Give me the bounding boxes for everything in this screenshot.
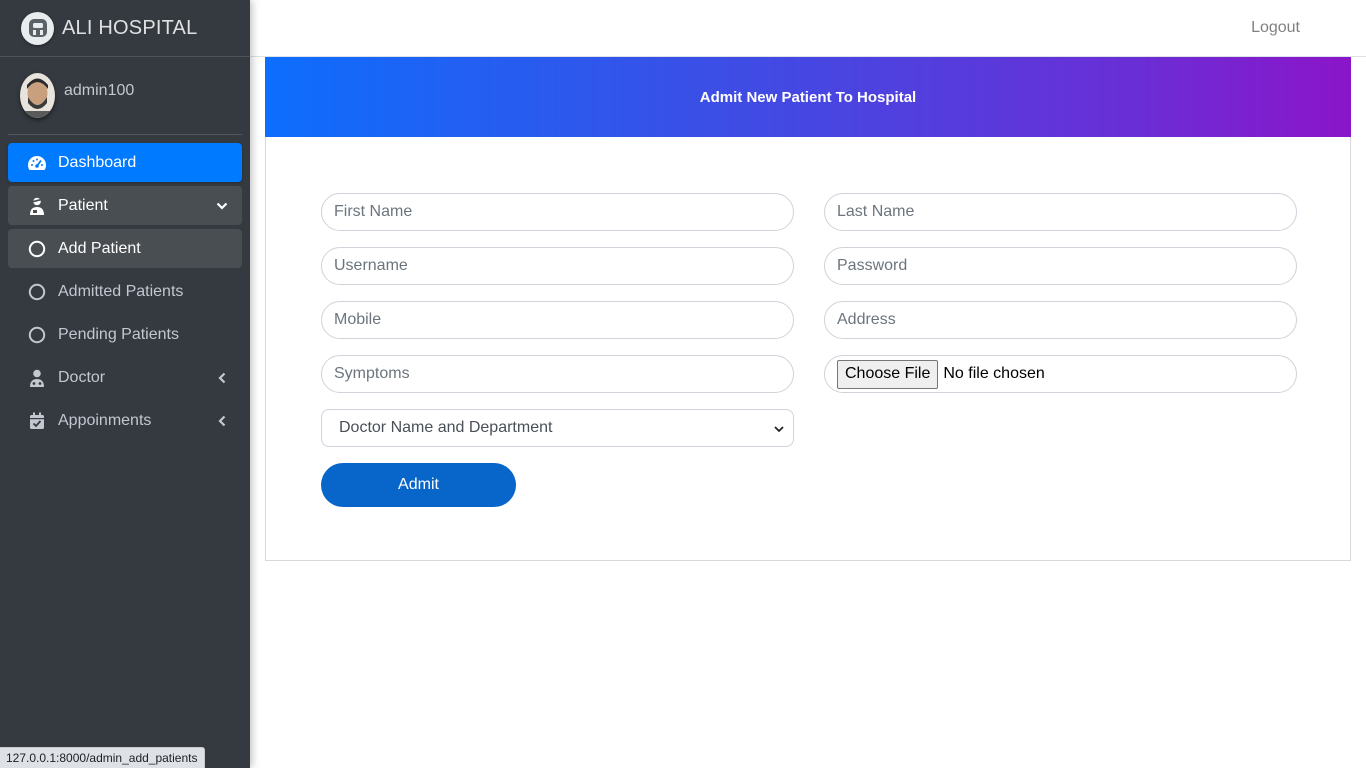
mobile-input[interactable]	[334, 311, 793, 329]
user-md-icon	[27, 368, 47, 388]
sidebar-item-label: Patient	[58, 196, 108, 214]
chevron-down-icon	[773, 422, 785, 434]
sidebar: ALI HOSPITAL admin100 Dashboard Patient	[0, 0, 250, 768]
file-status: No file chosen	[943, 365, 1045, 382]
password-input[interactable]	[837, 257, 1296, 275]
brand-name: ALI HOSPITAL	[62, 16, 198, 39]
user-injured-icon	[27, 196, 47, 216]
sidebar-item-label: Appoinments	[58, 411, 152, 429]
user-panel: admin100	[8, 57, 242, 135]
sidebar-item-add-patient[interactable]: Add Patient	[8, 229, 242, 268]
address-field[interactable]	[824, 301, 1297, 339]
user-name[interactable]: admin100	[64, 82, 134, 100]
logout-link[interactable]: Logout	[1251, 19, 1300, 37]
admit-patient-card: Admit New Patient To Hospital Choose Fil…	[265, 57, 1351, 561]
avatar[interactable]	[20, 73, 55, 118]
last-name-input[interactable]	[837, 203, 1296, 221]
chevron-down-icon	[216, 200, 228, 212]
sidebar-item-pending-patients[interactable]: Pending Patients	[8, 315, 242, 354]
first-name-field[interactable]	[321, 193, 794, 231]
hospital-logo-icon	[21, 11, 54, 45]
sidebar-item-label: Admitted Patients	[58, 282, 184, 300]
card-header: Admit New Patient To Hospital	[265, 57, 1351, 137]
doctor-select[interactable]: Doctor Name and Department	[321, 409, 794, 447]
status-url: 127.0.0.1:8000/admin_add_patients	[0, 747, 205, 768]
sidebar-nav: Dashboard Patient Add Patient Admitted P…	[0, 135, 250, 440]
password-field[interactable]	[824, 247, 1297, 285]
circle-icon	[27, 325, 47, 345]
sidebar-item-doctor[interactable]: Doctor	[8, 358, 242, 397]
mobile-field[interactable]	[321, 301, 794, 339]
last-name-field[interactable]	[824, 193, 1297, 231]
brand-link[interactable]: ALI HOSPITAL	[0, 0, 250, 57]
symptoms-field[interactable]	[321, 355, 794, 393]
circle-icon	[27, 282, 47, 302]
sidebar-item-label: Doctor	[58, 368, 106, 386]
sidebar-item-admitted-patients[interactable]: Admitted Patients	[8, 272, 242, 311]
top-navbar: Logout	[250, 0, 1366, 57]
chevron-left-icon	[216, 372, 228, 384]
chevron-left-icon	[216, 415, 228, 427]
sidebar-item-label: Dashboard	[58, 153, 137, 171]
calendar-check-icon	[27, 411, 47, 431]
admit-button[interactable]: Admit	[321, 463, 516, 507]
sidebar-item-patient[interactable]: Patient	[8, 186, 242, 225]
sidebar-item-label: Pending Patients	[58, 325, 179, 343]
circle-icon	[27, 239, 47, 259]
username-field[interactable]	[321, 247, 794, 285]
address-input[interactable]	[837, 311, 1296, 329]
sidebar-item-appoinments[interactable]: Appoinments	[8, 401, 242, 440]
choose-file-button[interactable]: Choose File	[837, 359, 939, 389]
sidebar-item-dashboard[interactable]: Dashboard	[8, 143, 242, 182]
tachometer-icon	[27, 153, 47, 173]
page-title: Admit New Patient To Hospital	[699, 88, 917, 106]
sidebar-item-label: Add Patient	[58, 239, 141, 257]
profile-pic-field[interactable]: Choose File No file chosen	[824, 355, 1297, 393]
doctor-select-value: Doctor Name and Department	[339, 419, 553, 436]
first-name-input[interactable]	[334, 203, 793, 221]
username-input[interactable]	[334, 257, 793, 275]
symptoms-input[interactable]	[334, 365, 793, 383]
